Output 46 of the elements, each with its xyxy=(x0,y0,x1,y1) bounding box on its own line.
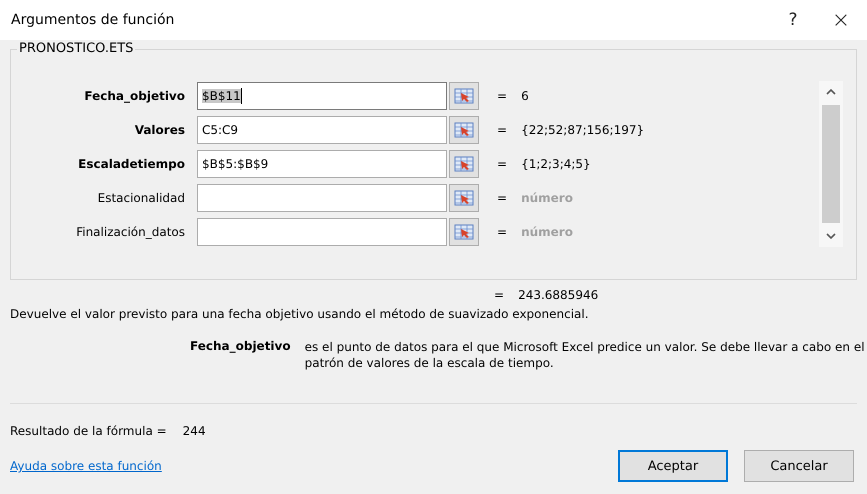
argument-field[interactable]: $B$11 xyxy=(197,82,447,110)
scroll-up-icon[interactable] xyxy=(825,87,837,97)
argument-field[interactable]: C5:C9 xyxy=(197,116,447,144)
argument-field[interactable]: $B$5:$B$9 xyxy=(197,150,447,178)
help-link[interactable]: Ayuda sobre esta función xyxy=(10,459,162,473)
range-picker-button[interactable] xyxy=(449,116,479,144)
formula-result: 244 xyxy=(182,424,206,438)
argument-field[interactable] xyxy=(197,184,447,212)
argument-result: {1;2;3;4;5} xyxy=(521,157,591,171)
scroll-down-icon[interactable] xyxy=(825,231,837,241)
argument-label: Escaladetiempo xyxy=(77,157,186,171)
ok-button[interactable]: Aceptar xyxy=(618,450,728,482)
collapse-dialog-icon xyxy=(454,156,474,172)
equals-sign: = xyxy=(497,89,508,103)
argument-description: es el punto de datos para el que Microsoft Excel predice un valor. Se debe llevar a cabo en el patrón de valores de la escala de tiempo. xyxy=(304,339,865,371)
cancel-button[interactable]: Cancelar xyxy=(744,450,854,482)
equals-sign: = xyxy=(494,288,504,302)
collapse-dialog-icon xyxy=(454,224,474,240)
help-button[interactable]: ? xyxy=(769,0,817,40)
argument-label: Estacionalidad xyxy=(96,191,186,205)
range-picker-button[interactable] xyxy=(449,218,479,246)
argument-label: Fecha_objetivo xyxy=(83,89,186,103)
window-title: Argumentos de función xyxy=(11,12,176,28)
collapse-dialog-icon xyxy=(454,122,474,138)
argument-name: Fecha_objetivo xyxy=(190,339,291,355)
formula-result-label: Resultado de la fórmula = xyxy=(10,424,167,438)
argument-label: Finalización_datos xyxy=(75,225,186,239)
collapse-dialog-icon xyxy=(454,88,474,104)
close-button[interactable]: × xyxy=(817,0,865,40)
scrollbar[interactable] xyxy=(819,81,843,247)
function-result: 243.6885946 xyxy=(518,288,598,302)
equals-sign: = xyxy=(497,191,508,205)
function-description: Devuelve el valor previsto para una fecha objetivo usando el método de suavizado exponencial. xyxy=(10,307,590,321)
collapse-dialog-icon xyxy=(454,190,474,206)
argument-result: número xyxy=(521,191,573,205)
argument-result: {22;52;87;156;197} xyxy=(521,123,644,137)
range-picker-button[interactable] xyxy=(449,184,479,212)
argument-result: 6 xyxy=(521,89,529,103)
argument-result: número xyxy=(521,225,573,239)
equals-sign: = xyxy=(497,157,508,171)
equals-sign: = xyxy=(497,225,508,239)
argument-field[interactable] xyxy=(197,218,447,246)
equals-sign: = xyxy=(497,123,508,137)
argument-label: Valores xyxy=(134,123,186,137)
range-picker-button[interactable] xyxy=(449,82,479,110)
range-picker-button[interactable] xyxy=(449,150,479,178)
